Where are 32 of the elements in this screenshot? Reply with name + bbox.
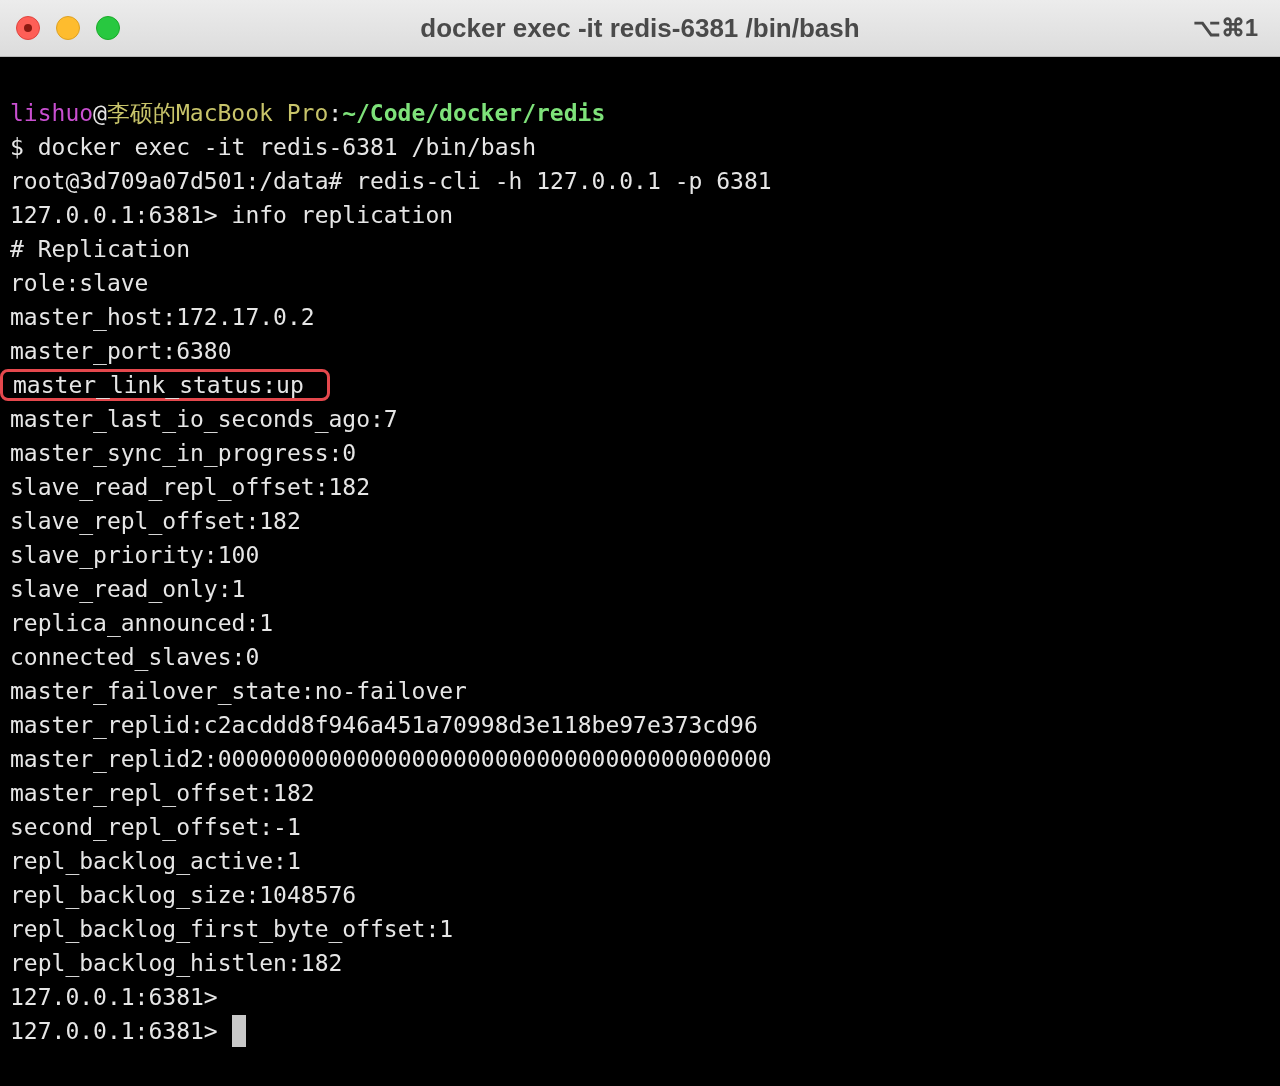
- terminal-line: slave_priority:100: [10, 541, 260, 571]
- terminal-line: 127.0.0.1:6381>: [10, 1017, 218, 1046]
- prompt-line: lishuo@李硕的MacBook Pro:~/Code/docker/redis: [10, 99, 606, 128]
- terminal-line: slave_read_only:1: [10, 575, 246, 605]
- terminal-line: repl_backlog_histlen:182: [10, 949, 343, 979]
- terminal-line: master_host:172.17.0.2: [10, 303, 315, 333]
- terminal-line: repl_backlog_active:1: [10, 847, 301, 877]
- terminal-line: root@3d709a07d501:/data# redis-cli -h 127.0.0.1 -p 6381: [10, 167, 772, 196]
- window-title: docker exec -it redis-6381 /bin/bash: [420, 12, 860, 44]
- terminal-line: master_sync_in_progress:0: [10, 439, 357, 469]
- terminal-line: master_port:6380: [10, 337, 232, 367]
- close-icon[interactable]: [16, 16, 40, 40]
- terminal-line: # Replication: [10, 235, 190, 264]
- terminal-line: master_repl_offset:182: [10, 779, 315, 809]
- minimize-icon[interactable]: [56, 16, 80, 40]
- terminal-line: 127.0.0.1:6381> info replication: [10, 201, 454, 230]
- terminal-line: master_replid:c2acddd8f946a451a70998d3e118be97e373cd96: [10, 711, 758, 741]
- terminal-line: master_replid2:0000000000000000000000000000000000000000: [10, 745, 772, 775]
- terminal-line: $ docker exec -it redis-6381 /bin/bash: [10, 133, 537, 162]
- zoom-icon[interactable]: [96, 16, 120, 40]
- terminal-line: master_failover_state:no-failover: [10, 677, 467, 707]
- terminal-line: master_last_io_seconds_ago:7: [10, 405, 398, 435]
- terminal-line: repl_backlog_size:1048576: [10, 881, 357, 911]
- terminal-line: slave_repl_offset:182: [10, 507, 301, 537]
- shortcut-label: ⌥⌘1: [1192, 14, 1258, 42]
- terminal-line: replica_announced:1: [10, 609, 274, 639]
- terminal-line: slave_read_repl_offset:182: [10, 473, 371, 503]
- terminal-line: role:slave: [10, 269, 149, 298]
- terminal-line: connected_slaves:0: [10, 643, 260, 673]
- terminal-line: repl_backlog_first_byte_offset:1: [10, 915, 454, 945]
- terminal-line: second_repl_offset:-1: [10, 813, 301, 843]
- terminal-line: 127.0.0.1:6381>: [10, 983, 218, 1012]
